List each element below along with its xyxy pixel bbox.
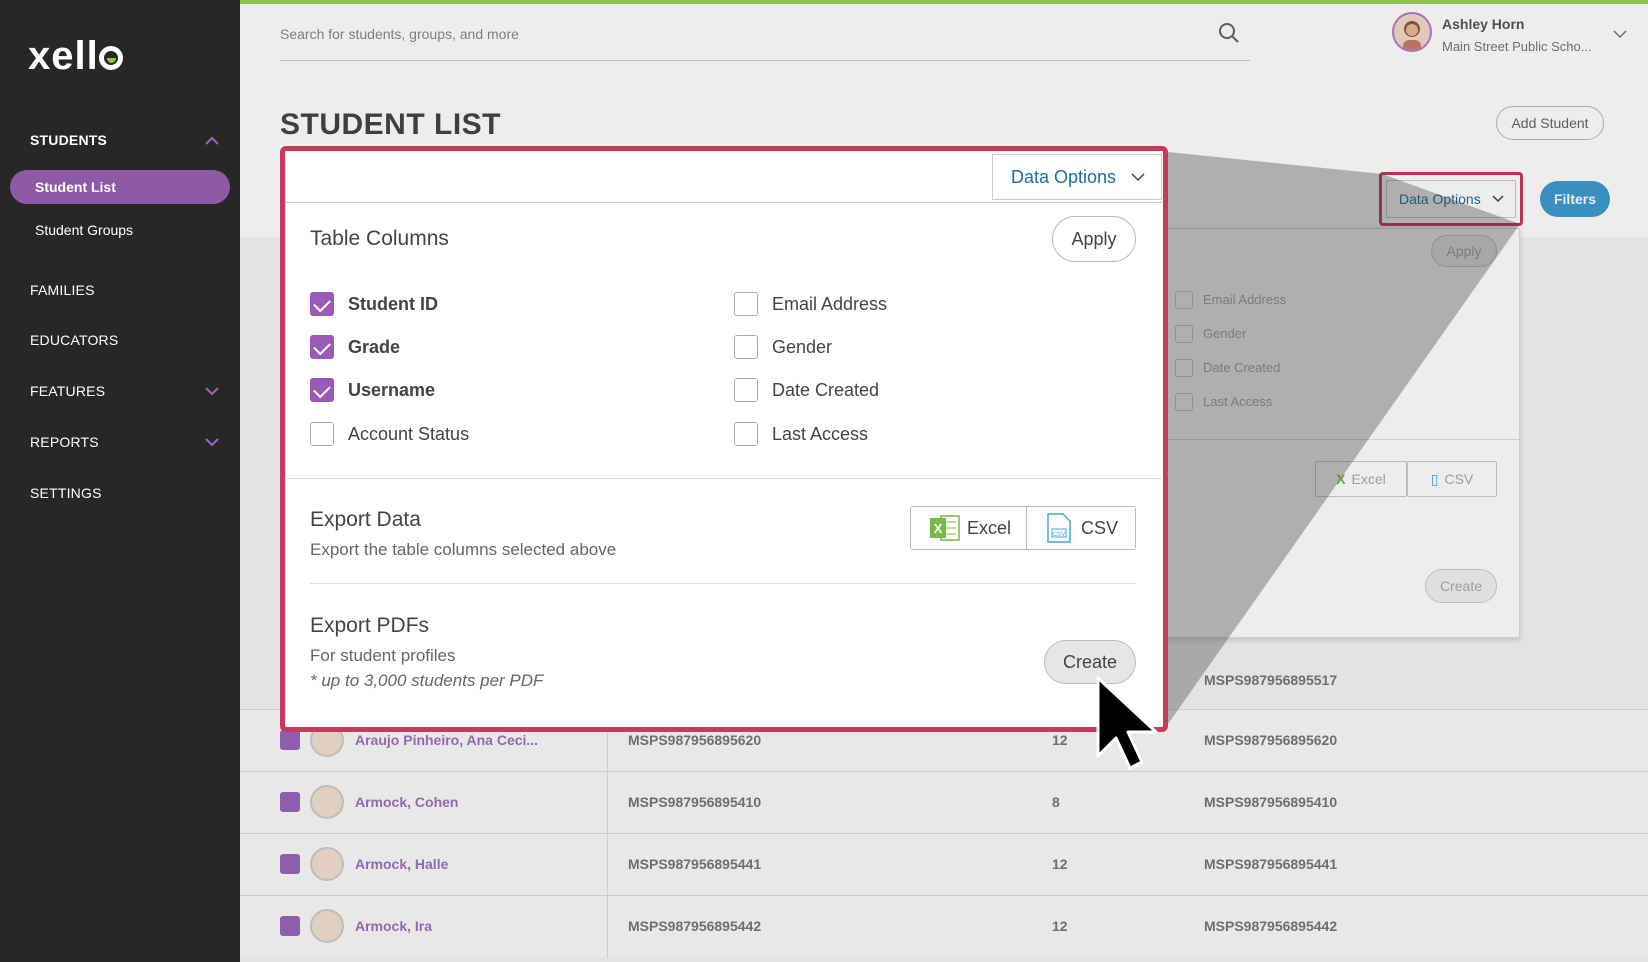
label-last-access: Last Access — [772, 424, 869, 444]
export-data-title: Export Data — [310, 508, 421, 531]
checkbox-account-status[interactable] — [310, 422, 334, 446]
svg-text:CSV: CSV — [1053, 532, 1065, 538]
apply-button[interactable]: Apply — [1052, 216, 1136, 262]
label-email-address: Email Address — [772, 294, 888, 314]
label-date-created: Date Created — [772, 380, 880, 400]
chevron-up-icon[interactable] — [204, 133, 220, 149]
button-divider — [1026, 507, 1027, 549]
label-grade: Grade — [348, 337, 401, 357]
sidebar-item-student-list[interactable]: Student List — [10, 170, 230, 204]
csv-icon: CSV — [1047, 513, 1071, 543]
export-button-group: X Excel CSV CSV — [910, 506, 1136, 550]
divider — [286, 202, 1162, 203]
table-columns-title: Table Columns — [310, 227, 449, 250]
label-username: Username — [348, 380, 436, 400]
xello-logo[interactable]: xell — [28, 34, 123, 79]
chevron-down-icon[interactable] — [204, 383, 220, 399]
label-gender: Gender — [772, 337, 833, 357]
nav-students[interactable]: STUDENTS — [30, 132, 107, 148]
sidebar: xell STUDENTS Student List Student Group… — [0, 0, 240, 962]
divider — [286, 478, 1162, 479]
csv-button[interactable]: CSV CSV — [1045, 507, 1118, 549]
chevron-down-icon — [1131, 173, 1145, 182]
nav-features[interactable]: FEATURES — [30, 383, 105, 399]
checkbox-last-access[interactable] — [734, 422, 758, 446]
label-student-id: Student ID — [348, 294, 438, 314]
svg-text:X: X — [934, 521, 943, 536]
checkbox-student-id[interactable] — [310, 292, 334, 316]
divider — [310, 583, 1136, 584]
checkbox-email-address[interactable] — [734, 292, 758, 316]
chevron-down-icon[interactable] — [204, 434, 220, 450]
export-pdfs-subtitle: For student profiles — [310, 646, 456, 665]
excel-icon: X — [930, 515, 960, 541]
nav-educators[interactable]: EDUCATORS — [30, 332, 118, 348]
checkbox-username[interactable] — [310, 378, 334, 402]
data-options-button[interactable]: Data Options — [992, 154, 1162, 200]
sidebar-item-student-groups[interactable]: Student Groups — [35, 222, 133, 238]
export-data-subtitle: Export the table columns selected above — [310, 540, 617, 559]
nav-settings[interactable]: SETTINGS — [30, 485, 102, 501]
nav-families[interactable]: FAMILIES — [30, 282, 95, 298]
excel-button[interactable]: X Excel — [929, 507, 1011, 549]
export-pdfs-note: * up to 3,000 students per PDF — [310, 671, 544, 690]
checkbox-date-created[interactable] — [734, 378, 758, 402]
label-account-status: Account Status — [348, 424, 470, 444]
mouse-cursor-icon — [1096, 676, 1158, 770]
checkbox-gender[interactable] — [734, 335, 758, 359]
nav-reports[interactable]: REPORTS — [30, 434, 99, 450]
checkbox-grade[interactable] — [310, 335, 334, 359]
export-pdfs-title: Export PDFs — [310, 614, 430, 637]
